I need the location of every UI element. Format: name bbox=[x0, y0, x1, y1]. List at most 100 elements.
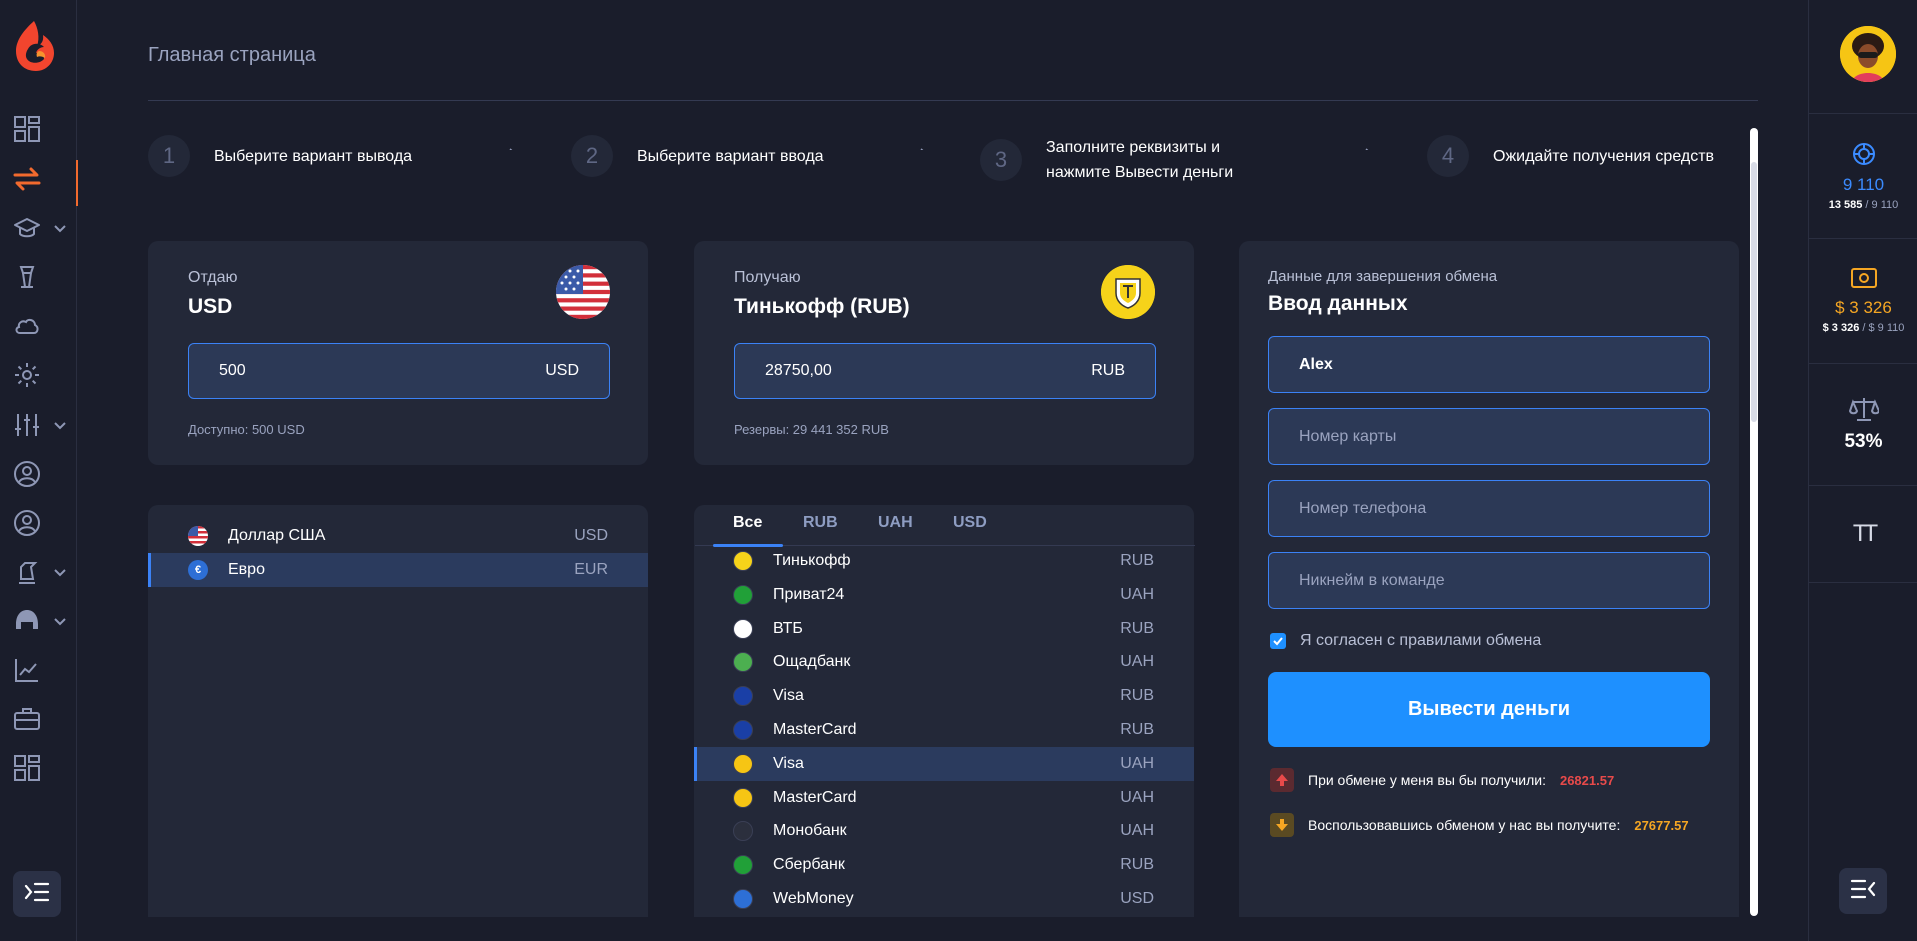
nav-education[interactable] bbox=[0, 205, 77, 251]
give-amount-currency: USD bbox=[545, 362, 579, 379]
nav-exchange[interactable] bbox=[0, 156, 78, 206]
cash-sub-main: $ 3 326 bbox=[1822, 322, 1860, 334]
nav-filters[interactable] bbox=[0, 402, 77, 448]
chevron-down-icon bbox=[52, 220, 68, 236]
balance-ratio[interactable]: 53% bbox=[1809, 363, 1917, 485]
list-item[interactable]: MasterCard UAH bbox=[694, 781, 1194, 815]
expand-sidebar-button[interactable] bbox=[13, 871, 61, 917]
phone-field[interactable] bbox=[1268, 480, 1710, 537]
give-amount-value: 500 bbox=[219, 362, 246, 379]
list-item[interactable]: WebMoney USD bbox=[694, 882, 1194, 916]
nav-profile[interactable] bbox=[0, 451, 77, 497]
avatar[interactable] bbox=[1840, 26, 1896, 82]
visa-icon bbox=[733, 686, 753, 707]
user-circle-icon bbox=[12, 508, 42, 538]
brand-logo[interactable] bbox=[10, 18, 58, 74]
scrollbar-thumb[interactable] bbox=[1751, 162, 1757, 422]
method-name: ВТБ bbox=[773, 619, 803, 637]
nav-portfolio[interactable] bbox=[0, 696, 77, 742]
list-item[interactable]: ВТБ RUB bbox=[694, 612, 1194, 646]
list-item[interactable]: Visa UAH bbox=[694, 746, 1194, 781]
list-item[interactable]: MasterCard RUB bbox=[694, 713, 1194, 747]
tab-all[interactable]: Все bbox=[733, 514, 762, 532]
step-number: 3 bbox=[980, 139, 1022, 181]
nickname-input[interactable] bbox=[1299, 571, 1679, 590]
us-flag-icon bbox=[188, 526, 208, 546]
tab-uah[interactable]: UAH bbox=[878, 514, 913, 532]
cash-sub: $ 3 326 / $ 9 110 bbox=[1823, 322, 1905, 334]
give-currency-list: Доллар США USD € Евро EUR bbox=[148, 505, 648, 917]
form-title: Ввод данных bbox=[1268, 292, 1408, 315]
step-label: Выберите вариант ввода bbox=[637, 147, 824, 165]
arrow-down-icon bbox=[1270, 813, 1294, 837]
phone-input[interactable] bbox=[1299, 499, 1679, 518]
list-item[interactable]: Тинькофф RUB bbox=[694, 544, 1194, 578]
webmoney-icon bbox=[733, 889, 753, 909]
name-input[interactable] bbox=[1299, 355, 1679, 374]
dashboard-icon bbox=[12, 114, 42, 144]
tinkoff-logo-icon bbox=[1101, 265, 1155, 319]
agree-checkbox[interactable] bbox=[1270, 633, 1286, 649]
tab-usd[interactable]: USD bbox=[953, 514, 987, 532]
currency-name: Доллар США bbox=[228, 527, 326, 544]
method-name: WebMoney bbox=[773, 890, 854, 907]
info-value: 26821.57 bbox=[1559, 772, 1615, 788]
receive-amount-value: 28750,00 bbox=[765, 362, 832, 379]
coins-balance[interactable]: 9 110 13 585 / 9 110 bbox=[1809, 113, 1917, 238]
name-field[interactable] bbox=[1268, 336, 1710, 393]
cash-balance[interactable]: $ 3 326 $ 3 326 / $ 9 110 bbox=[1809, 238, 1917, 363]
step-label: Заполните реквизиты и нажмите Вывести де… bbox=[1046, 135, 1233, 185]
method-name: MasterCard bbox=[773, 721, 857, 738]
method-currency: RUB bbox=[1120, 721, 1154, 738]
method-currency: UAH bbox=[1120, 788, 1154, 806]
nickname-field[interactable] bbox=[1268, 552, 1710, 609]
tab-rub[interactable]: RUB bbox=[803, 514, 838, 532]
list-item[interactable]: € Евро EUR bbox=[148, 553, 648, 587]
collapse-sidebar-button[interactable] bbox=[1839, 868, 1887, 914]
monobank-icon bbox=[733, 821, 753, 842]
list-item[interactable]: Монобанк UAH bbox=[694, 814, 1194, 848]
arrow-up-icon bbox=[1270, 768, 1294, 792]
line-chart-icon bbox=[12, 655, 42, 685]
step-label-line: нажмите Вывести деньги bbox=[1046, 164, 1234, 181]
step-label: Выберите вариант вывода bbox=[214, 147, 413, 165]
nav-widgets[interactable] bbox=[0, 745, 77, 791]
info-value: 27677.57 bbox=[1634, 817, 1689, 833]
list-item[interactable]: Доллар США USD bbox=[148, 519, 648, 553]
nav-settings[interactable] bbox=[0, 352, 77, 398]
nav-dashboard[interactable] bbox=[0, 106, 77, 152]
font-size-icon: TT bbox=[1852, 520, 1878, 547]
method-currency: RUB bbox=[1120, 687, 1154, 705]
card-number-input[interactable] bbox=[1299, 427, 1679, 446]
font-size-toggle[interactable]: TT bbox=[1809, 485, 1917, 583]
check-icon bbox=[1273, 637, 1283, 646]
list-item[interactable]: Visa RUB bbox=[694, 679, 1194, 713]
collapse-menu-icon bbox=[1850, 878, 1876, 905]
method-currency: RUB bbox=[1120, 856, 1154, 874]
gear-icon bbox=[12, 360, 42, 390]
nav-account[interactable] bbox=[0, 500, 77, 546]
nav-support[interactable] bbox=[0, 598, 77, 644]
step-1: 1 Выберите вариант вывода bbox=[148, 135, 412, 177]
right-sidebar: 9 110 13 585 / 9 110 $ 3 326 $ 3 326 / $… bbox=[1808, 0, 1917, 941]
page-title: Главная страница bbox=[148, 44, 316, 66]
expand-menu-icon bbox=[24, 881, 50, 908]
give-amount-input[interactable]: 500 USD bbox=[188, 343, 610, 399]
step-label-line: Заполните реквизиты и bbox=[1046, 139, 1221, 156]
nav-trophy[interactable] bbox=[0, 254, 77, 300]
method-currency: UAH bbox=[1120, 754, 1154, 772]
nav-cloud[interactable] bbox=[0, 303, 77, 349]
cup-icon bbox=[12, 262, 42, 292]
list-item[interactable]: Сбербанк RUB bbox=[694, 848, 1194, 882]
card-number-field[interactable] bbox=[1268, 408, 1710, 465]
nav-games[interactable] bbox=[0, 549, 77, 595]
list-item[interactable]: Ощадбанк UAH bbox=[694, 645, 1194, 679]
nav-analytics[interactable] bbox=[0, 647, 77, 693]
list-item[interactable]: Приват24 UAH bbox=[694, 578, 1194, 612]
withdraw-button[interactable]: Вывести деньги bbox=[1268, 672, 1710, 747]
mastercard-icon bbox=[733, 720, 753, 740]
info-text: Воспользовавшись обменом у нас вы получи… bbox=[1308, 817, 1621, 833]
receive-amount-input[interactable]: 28750,00 RUB bbox=[734, 343, 1156, 399]
app: Главная страница 1 Выберите вариант выво… bbox=[0, 0, 1917, 941]
coins-icon bbox=[1852, 142, 1876, 171]
